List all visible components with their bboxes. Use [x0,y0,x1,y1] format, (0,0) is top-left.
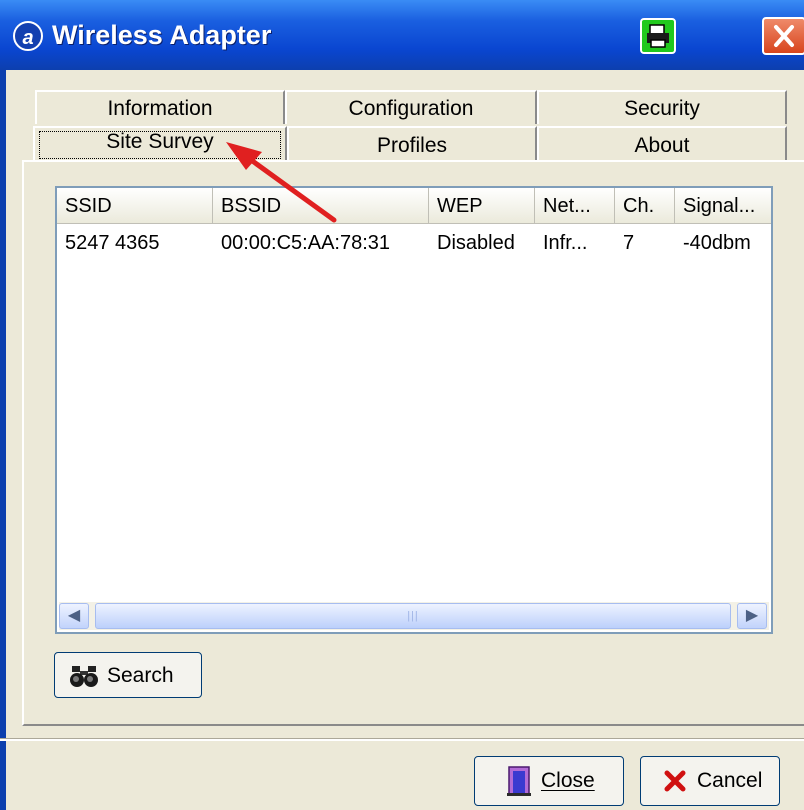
column-bssid[interactable]: BSSID [213,188,429,224]
site-survey-list[interactable]: SSID BSSID WEP Net... Ch. Signal... 5247… [55,186,773,634]
column-channel[interactable]: Ch. [615,188,675,224]
horizontal-scrollbar[interactable]: ◀ ||| ▶ [59,602,769,630]
cell-channel: 7 [623,232,635,254]
door-icon [507,766,531,796]
cell-signal: -40dbm [683,232,751,254]
window-title: Wireless Adapter [52,20,272,50]
cell-network: Infr... [543,232,588,254]
search-button-label: Search [107,664,174,687]
window-frame [0,70,6,810]
column-ssid[interactable]: SSID [57,188,213,224]
close-button[interactable]: Close [474,756,624,806]
printer-icon[interactable] [640,18,676,54]
footer-divider [0,738,804,741]
wireless-logo-icon: a [13,21,43,51]
title-bar[interactable]: a Wireless Adapter [0,0,804,70]
cancel-x-icon [664,770,686,792]
column-network[interactable]: Net... [535,188,615,224]
cancel-button-label: Cancel [697,769,763,792]
tab-information[interactable]: Information [35,90,285,124]
scrollbar-thumb[interactable]: ||| [95,603,731,629]
column-wep[interactable]: WEP [429,188,535,224]
tab-security[interactable]: Security [537,90,787,124]
close-button-label: Close [541,769,595,792]
tab-about[interactable]: About [537,126,787,160]
cancel-button[interactable]: Cancel [640,756,780,806]
tab-site-survey[interactable]: Site Survey [33,126,287,162]
cell-ssid: 5247 4365 [65,232,160,254]
tab-focus-ring [39,131,281,159]
tab-profiles[interactable]: Profiles [287,126,537,160]
tab-configuration[interactable]: Configuration [285,90,537,124]
scroll-right-icon[interactable]: ▶ [737,603,767,629]
cell-wep: Disabled [437,232,515,254]
cell-bssid: 00:00:C5:AA:78:31 [221,232,391,254]
search-button[interactable]: Search [54,652,202,698]
column-signal[interactable]: Signal... [675,188,771,224]
scroll-left-icon[interactable]: ◀ [59,603,89,629]
wireless-adapter-window: a Wireless Adapter Information Configura… [0,0,804,810]
binoculars-icon [70,666,98,687]
close-window-icon[interactable] [762,17,804,55]
